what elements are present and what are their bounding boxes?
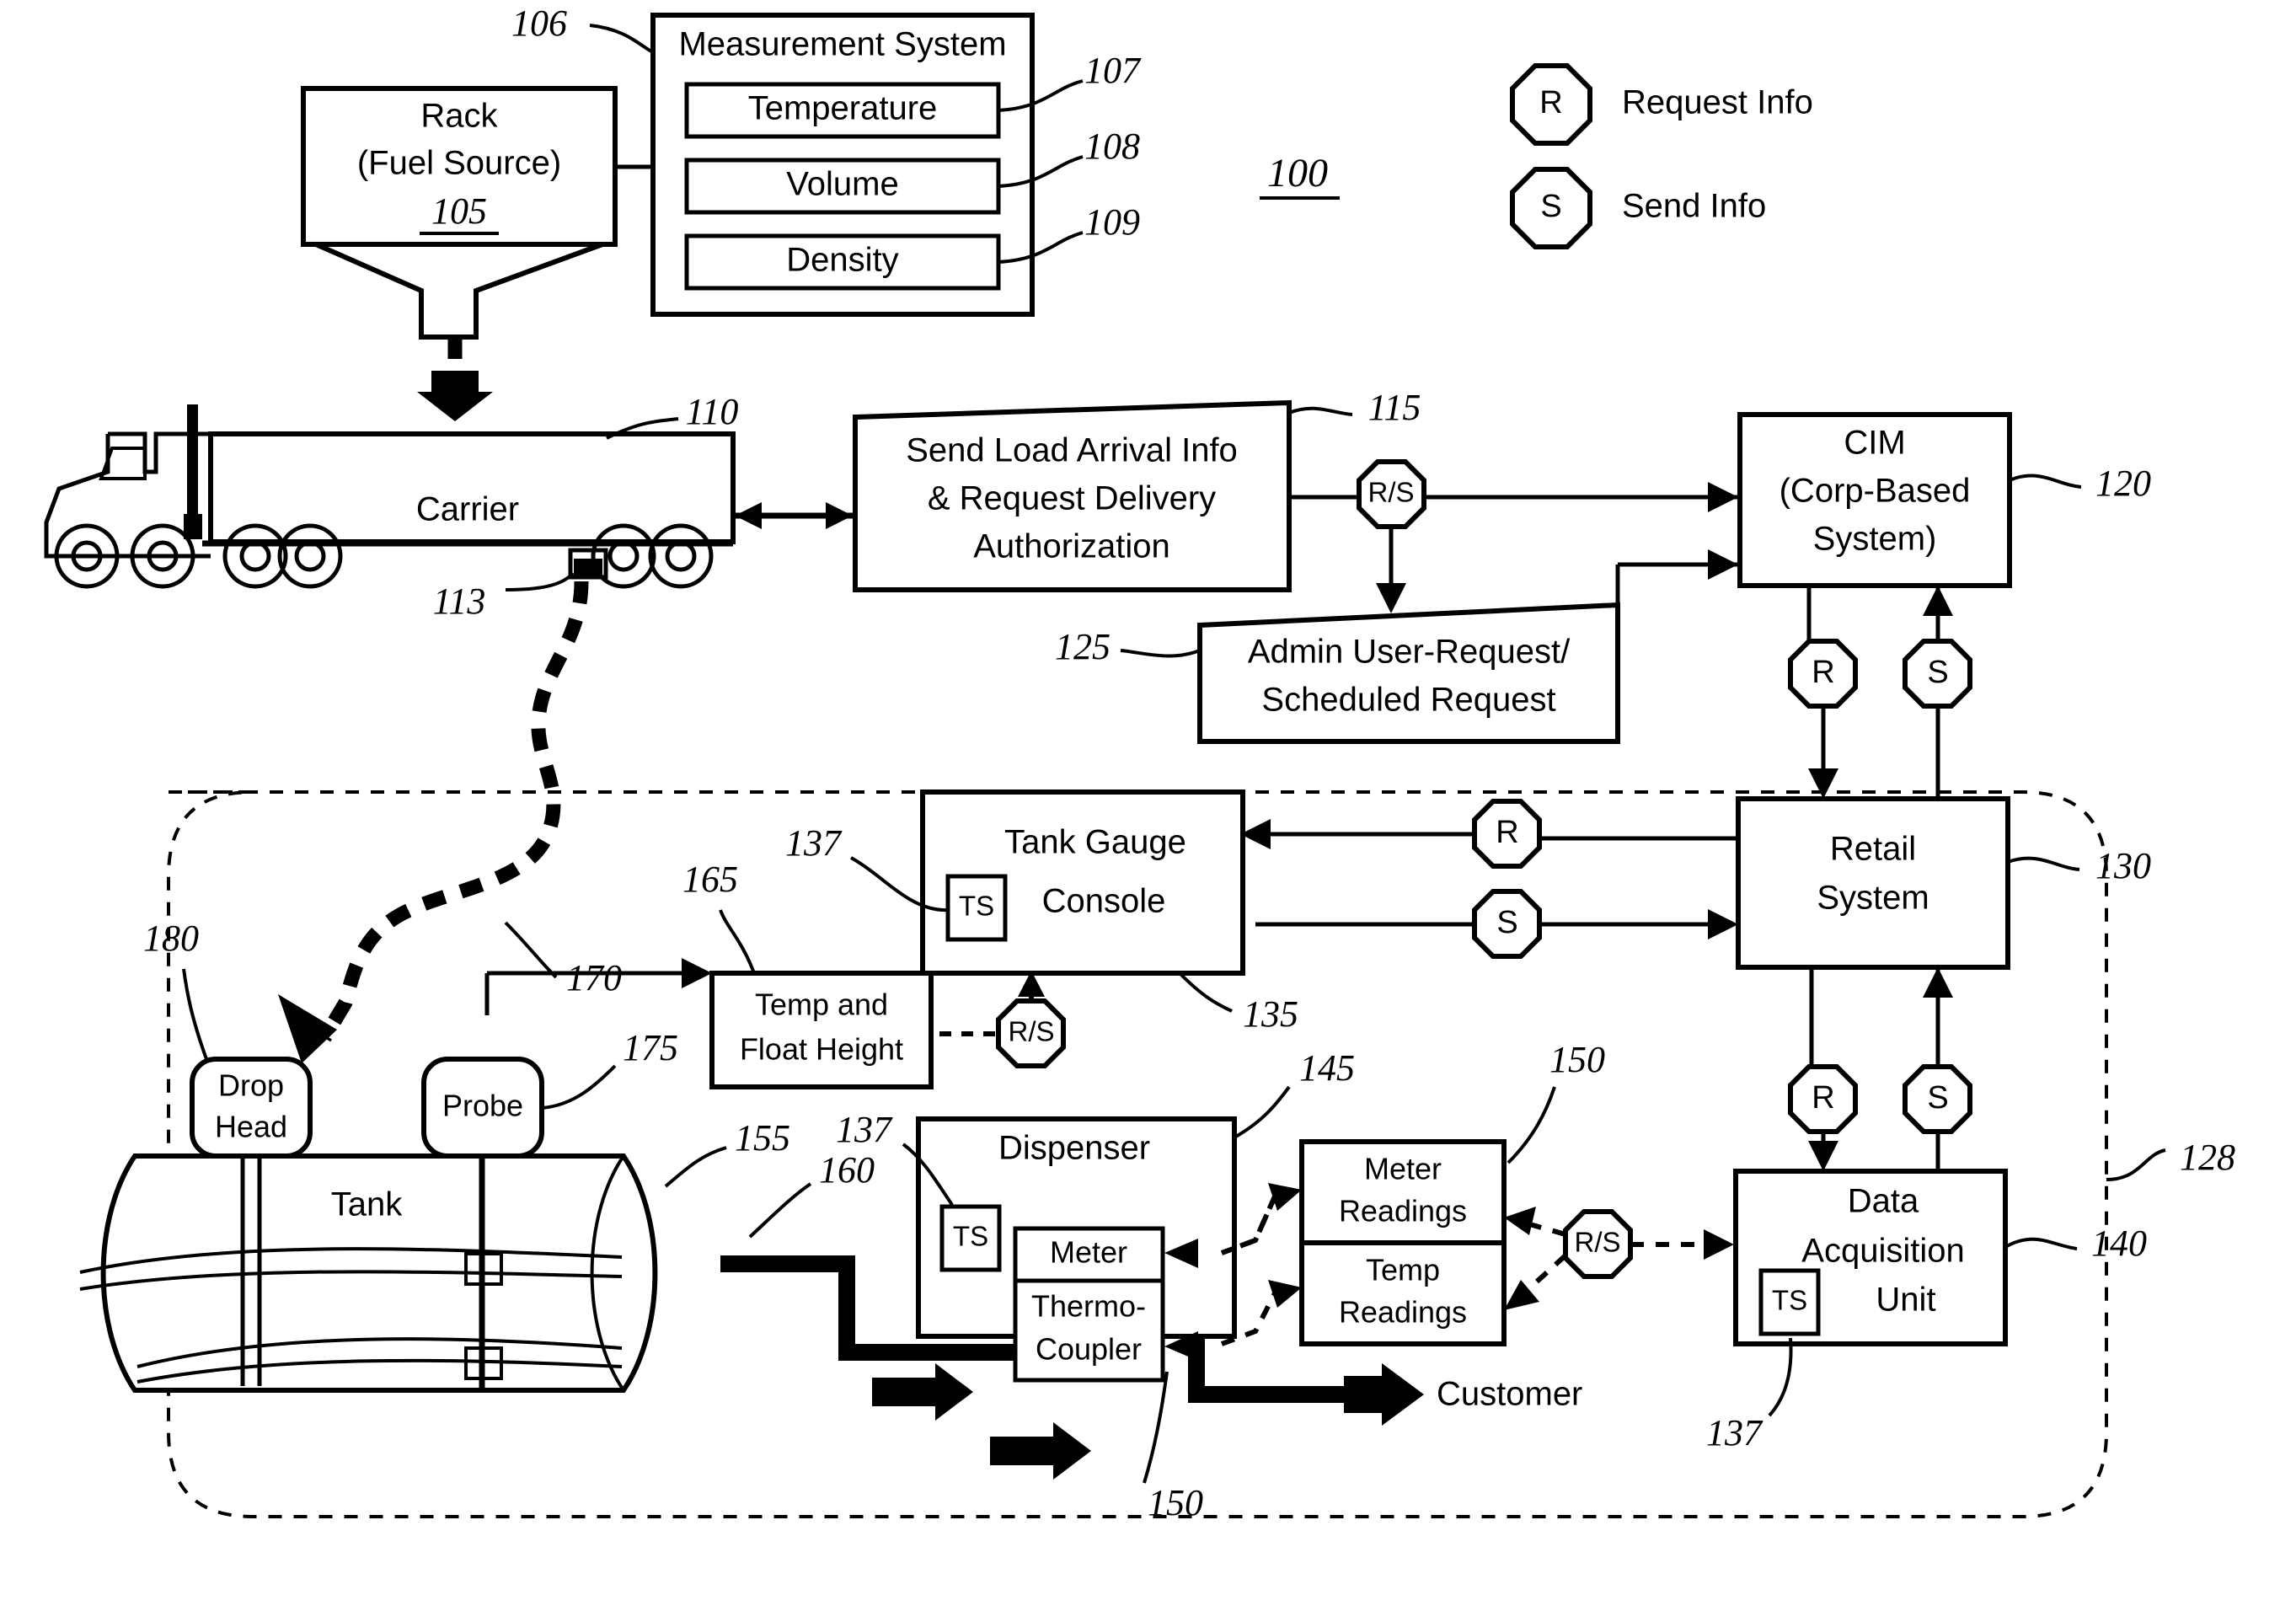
- meter-readings-line1: Meter: [1364, 1152, 1442, 1186]
- thermocoupler-line1: Thermo-: [1031, 1289, 1146, 1324]
- admin-request-line1: Admin User-Request/: [1248, 634, 1571, 671]
- legend-send-symbol: S: [1540, 189, 1561, 224]
- tank-gauge-ts-ref: 137: [785, 822, 843, 864]
- fuel-drop-arrowhead: [417, 371, 493, 421]
- density-ref: 109: [1084, 201, 1140, 243]
- tank-pipe-ref: 160: [819, 1149, 875, 1191]
- rack-ref: 105: [431, 190, 487, 232]
- drop-head-line2: Head: [215, 1110, 287, 1144]
- rack-funnel: [314, 242, 604, 340]
- legend-send-label: Send Info: [1622, 188, 1766, 225]
- measurement-system-ref: 106: [511, 3, 567, 44]
- flow-arrow-2: [990, 1422, 1091, 1480]
- drop-head-ref: 180: [143, 918, 199, 959]
- tank-ref: 155: [735, 1117, 790, 1159]
- r-cim-retail-symbol: R: [1812, 655, 1834, 690]
- dau-ts-ref: 137: [1706, 1412, 1763, 1453]
- delivery-path: [318, 581, 589, 1042]
- carrier-in-arrow: [735, 502, 762, 529]
- temp-float-ref: 165: [682, 859, 738, 900]
- cim-line3: System): [1813, 521, 1937, 558]
- temp-readings-line2: Readings: [1339, 1295, 1467, 1330]
- s-retail-cim-symbol: S: [1927, 655, 1948, 690]
- rs-temp-float-symbol: R/S: [1008, 1016, 1054, 1047]
- dau-ref: 140: [2091, 1223, 2147, 1264]
- send-load-line2: & Request Delivery: [928, 480, 1216, 517]
- tank-gauge-console-line2: Console: [1042, 883, 1166, 920]
- site-boundary-ref: 128: [2180, 1137, 2235, 1178]
- temp-float-line2: Float Height: [740, 1032, 903, 1067]
- measurement-item-temperature-label: Temperature: [748, 90, 938, 127]
- tank-label: Tank: [331, 1186, 403, 1223]
- temp-readings-line1: Temp: [1366, 1253, 1440, 1287]
- dau-ts-label: TS: [1772, 1285, 1807, 1316]
- carrier-label: Carrier: [416, 491, 519, 528]
- rack-subtitle: (Fuel Source): [357, 145, 561, 182]
- cim-ref: 120: [2095, 463, 2151, 504]
- cim-line2: (Corp-Based: [1780, 473, 1971, 510]
- flow-arrow-1: [872, 1363, 973, 1421]
- thermocoupler-line2: Coupler: [1036, 1332, 1142, 1367]
- tank-gauge-console-ref: 135: [1243, 993, 1298, 1035]
- dispenser-ts-ref: 137: [836, 1109, 893, 1150]
- carrier-sensor-fill: [574, 559, 602, 575]
- dau-line3: Unit: [1876, 1282, 1935, 1319]
- carrier-out-arrow: [826, 502, 853, 529]
- customer-flow-arrow: [1344, 1363, 1424, 1426]
- figure-ref: 100: [1267, 151, 1328, 195]
- send-load-line1: Send Load Arrival Info: [906, 432, 1238, 469]
- tank-gauge-console-line1: Tank Gauge: [1004, 824, 1186, 861]
- rs-dau-symbol: R/S: [1574, 1227, 1620, 1258]
- admin-request-ref: 125: [1055, 626, 1111, 667]
- send-load-line3: Authorization: [973, 528, 1169, 565]
- retail-system-line2: System: [1817, 880, 1929, 917]
- measurement-item-volume-label: Volume: [786, 166, 898, 203]
- meter-readings-line2: Readings: [1339, 1194, 1467, 1228]
- delivery-path-ref: 170: [566, 957, 622, 998]
- dau-line2: Acquisition: [1801, 1233, 1964, 1270]
- patent-figure-canvas: Rack (Fuel Source) 105 Measurement Syste…: [0, 0, 2296, 1611]
- admin-request-box: [1197, 602, 1620, 744]
- cim-line1: CIM: [1844, 425, 1905, 462]
- dispenser-label: Dispenser: [998, 1130, 1150, 1167]
- truck-exhaust: [187, 404, 198, 514]
- measurement-item-density-label: Density: [786, 242, 898, 279]
- tank-gauge-ts-label: TS: [959, 891, 994, 922]
- rs-cim-symbol: R/S: [1367, 477, 1414, 508]
- measurement-system-title: Measurement System: [678, 26, 1006, 63]
- s-dau-symbol: S: [1927, 1080, 1948, 1116]
- dispenser-ts-label: TS: [953, 1221, 988, 1252]
- probe-ref: 175: [623, 1027, 678, 1068]
- retail-system-line1: Retail: [1830, 831, 1916, 868]
- drop-head-line1: Drop: [218, 1068, 284, 1103]
- retail-system-ref: 130: [2095, 845, 2151, 886]
- customer-label: Customer: [1437, 1376, 1582, 1413]
- carrier-sensor-ref: 113: [433, 581, 486, 622]
- send-load-ref: 115: [1368, 387, 1421, 428]
- probe-label: Probe: [442, 1089, 523, 1123]
- carrier-ref: 110: [686, 391, 739, 432]
- admin-request-line2: Scheduled Request: [1261, 682, 1555, 719]
- temp-float-line1: Temp and: [755, 987, 888, 1022]
- delivery-path-arrowhead: [278, 994, 337, 1063]
- r-dau-symbol: R: [1812, 1080, 1834, 1116]
- rack-title: Rack: [420, 98, 498, 135]
- dau-line1: Data: [1848, 1183, 1919, 1220]
- readings-ref: 150: [1549, 1039, 1605, 1080]
- dispenser-ref: 145: [1299, 1047, 1355, 1089]
- r-tank-gauge-symbol: R: [1496, 815, 1518, 850]
- temperature-ref: 107: [1084, 50, 1142, 91]
- meter-label: Meter: [1050, 1235, 1127, 1270]
- dispenser-flow-ref: 150: [1148, 1482, 1203, 1523]
- legend-request-label: Request Info: [1622, 84, 1813, 121]
- volume-ref: 108: [1084, 126, 1140, 167]
- s-tank-gauge-symbol: S: [1496, 905, 1517, 940]
- legend-request-symbol: R: [1539, 85, 1562, 120]
